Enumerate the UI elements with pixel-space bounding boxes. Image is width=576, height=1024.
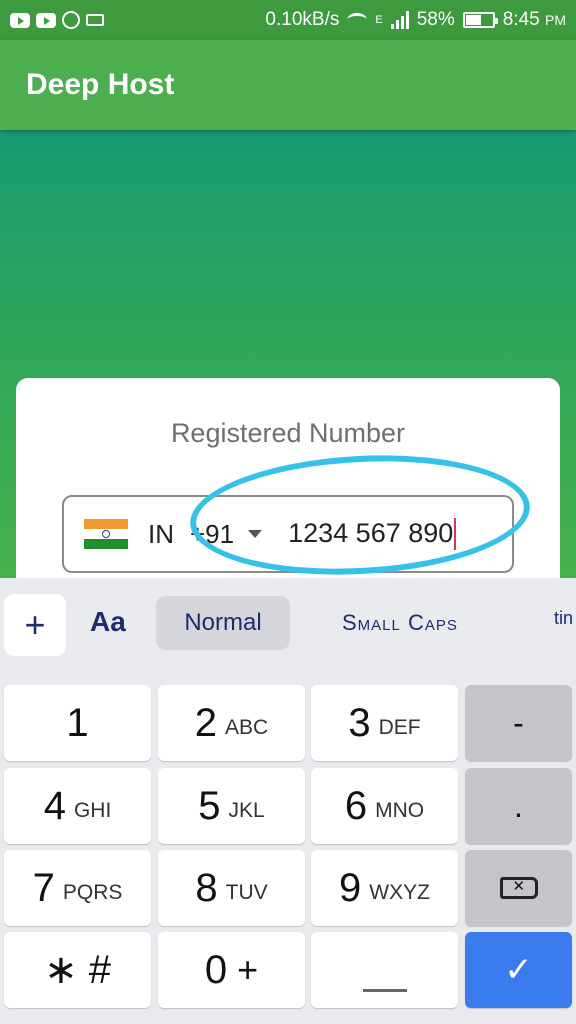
style-tiny-chip[interactable]: tin	[554, 608, 573, 629]
signal-icon	[390, 11, 409, 29]
battery-icon	[462, 12, 498, 28]
backspace-icon	[499, 877, 538, 899]
style-normal-chip[interactable]: Normal	[156, 596, 290, 650]
key-0[interactable]: 0 +	[158, 932, 305, 1008]
space-key[interactable]	[311, 932, 458, 1008]
key-2[interactable]: 2 ABC	[158, 685, 305, 761]
done-key[interactable]: ✓	[465, 932, 572, 1008]
style-small-caps-chip[interactable]: Small Caps	[342, 610, 458, 636]
chevron-down-icon[interactable]	[248, 530, 263, 538]
dash-key[interactable]: -	[465, 685, 572, 761]
backspace-key[interactable]	[465, 850, 572, 926]
login-card: Registered Number IN +91 1234 567 890	[16, 378, 560, 608]
keyboard-plus-button[interactable]: +	[4, 594, 66, 656]
key-9[interactable]: 9 WXYZ	[311, 850, 458, 926]
status-bar: 0.10kB/s E 58% 8:45 PM	[0, 0, 576, 40]
notification-icons	[10, 11, 104, 29]
space-bar-icon	[362, 988, 407, 992]
network-type: E	[375, 14, 383, 26]
dot-key[interactable]: .	[465, 768, 572, 844]
youtube-icon	[36, 12, 56, 28]
battery-percent: 58%	[416, 9, 455, 30]
dial-code[interactable]: +91	[190, 519, 234, 550]
font-style-button[interactable]: Aa	[90, 606, 126, 638]
key-7[interactable]: 7 PQRS	[4, 850, 151, 926]
clock: 8:45 PM	[502, 9, 566, 30]
india-flag-icon[interactable]	[84, 519, 128, 549]
app-bar: Deep Host	[0, 40, 576, 130]
keyboard-icon	[86, 14, 104, 26]
key-5[interactable]: 5 JKL	[158, 768, 305, 844]
youtube-icon	[10, 12, 30, 28]
key-4[interactable]: 4 GHI	[4, 768, 151, 844]
check-icon: ✓	[504, 951, 533, 989]
key-3[interactable]: 3 DEF	[311, 685, 458, 761]
registered-number-label: Registered Number	[170, 418, 406, 448]
phone-number-field[interactable]: IN +91 1234 567 890	[62, 495, 514, 573]
app-title: Deep Host	[26, 68, 175, 101]
star-hash-key[interactable]: ∗ #	[4, 932, 151, 1008]
wifi-icon	[347, 13, 368, 27]
keyboard-toolbar: + Aa Normal Small Caps tin	[0, 578, 576, 670]
network-speed: 0.10kB/s	[265, 9, 340, 30]
phone-number-input[interactable]: 1234 567 890	[288, 518, 457, 551]
key-6[interactable]: 6 MNO	[311, 768, 458, 844]
key-1[interactable]: 1	[4, 685, 151, 761]
key-8[interactable]: 8 TUV	[158, 850, 305, 926]
country-code[interactable]: IN	[148, 519, 174, 550]
whatsapp-icon	[62, 11, 80, 29]
text-cursor	[454, 518, 457, 551]
